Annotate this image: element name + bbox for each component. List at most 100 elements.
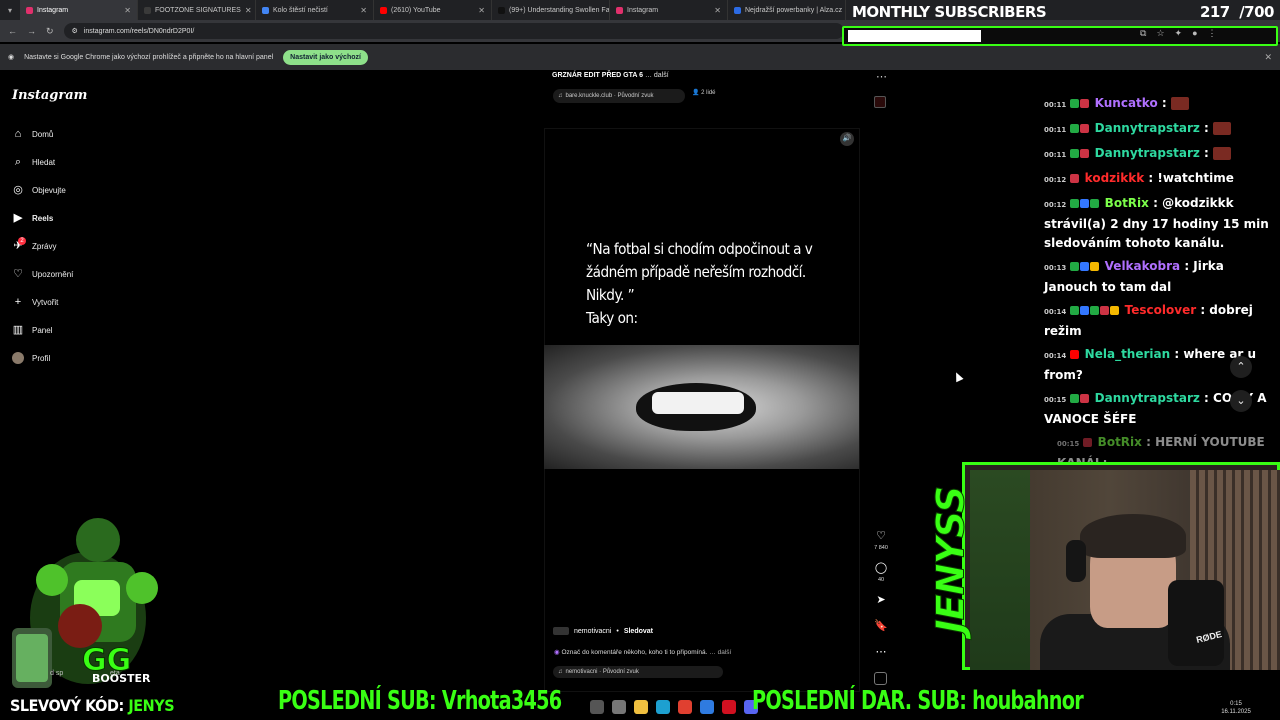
chat-badge-icon [1080, 99, 1090, 108]
headset-icon [1066, 540, 1086, 582]
chat-badge-icon [1083, 438, 1093, 447]
tab-close-icon[interactable]: ✕ [478, 6, 485, 15]
chat-scroll-up-icon[interactable]: ⌃ [1230, 356, 1252, 378]
chat-username[interactable]: Velkakobra [1105, 259, 1180, 273]
browser-tab[interactable]: (2610) YouTube ✕ [374, 0, 492, 20]
chat-username[interactable]: Dannytrapstarz [1095, 391, 1200, 405]
tab-label: Kolo štěstí nečistí [273, 6, 328, 14]
dot-separator: • [616, 627, 619, 635]
dashboard-icon: ▥ [12, 324, 24, 336]
chat-message: 00:11 Kuncatko : [1044, 94, 1280, 115]
avatar [12, 352, 24, 364]
chat-username[interactable]: BotRix [1105, 196, 1149, 210]
prev-reel-people[interactable]: 👤 2 lidé [692, 89, 716, 96]
tab-search-icon[interactable]: ▾ [0, 0, 20, 20]
chat-emote-icon [1170, 97, 1189, 110]
bookmark-star-icon[interactable]: ☆ [1156, 28, 1164, 39]
opera-icon[interactable] [722, 700, 736, 714]
chat-badge-icon [1080, 394, 1090, 403]
audio-thumbnail[interactable] [874, 96, 886, 108]
save-icon[interactable]: 🔖 [873, 619, 889, 632]
chat-timestamp: 00:12 [1044, 176, 1067, 184]
url-field[interactable]: ⚙ instagram.com/reels/DN0ndrD2P0I/ [63, 23, 844, 39]
prev-reel-more-link[interactable]: … další [645, 72, 669, 79]
sidebar-item-reels[interactable]: ▶ Reels [12, 212, 54, 224]
sidebar-item-domů[interactable]: ⌂ Domů [12, 128, 54, 140]
chat-username[interactable]: Dannytrapstarz [1095, 146, 1200, 160]
stream-chat: 00:11 Kuncatko : 00:11 Dannytrapstarz : … [1044, 94, 1280, 496]
tab-close-icon[interactable]: ✕ [714, 6, 721, 15]
browser-tab[interactable]: (99+) Understanding Swollen Fa✕ [492, 0, 610, 20]
tab-close-icon[interactable]: ✕ [245, 6, 252, 15]
browser-tab[interactable]: Instagram ✕ [20, 0, 138, 20]
extensions-icon[interactable]: ✦ [1175, 28, 1183, 39]
browser-tab[interactable]: Kolo štěstí nečistí ✕ [256, 0, 374, 20]
chrome-icon[interactable] [678, 700, 692, 714]
chat-username[interactable]: Dannytrapstarz [1095, 121, 1200, 135]
svg-text:BOOSTER: BOOSTER [92, 672, 151, 685]
author-name[interactable]: nemotivacni [574, 628, 611, 635]
edge-icon[interactable] [656, 700, 670, 714]
prev-reel-music-chip[interactable]: ♫ bare.knuckle.club · Původní zvuk [553, 89, 685, 103]
sidebar-item-vytvořit[interactable]: + Vytvořit [12, 296, 59, 308]
chat-username[interactable]: Kuncatko [1095, 96, 1158, 110]
close-icon[interactable]: ✕ [1264, 52, 1272, 63]
site-info-icon[interactable]: ⚙ [72, 27, 78, 35]
overlay-title: MONTHLY SUBSCRIBERS [852, 3, 1047, 21]
sidebar-item-upozornění[interactable]: ♡ Upozornění [12, 268, 73, 280]
browser-toolbar-icons: ⧉ ☆ ✦ ● ⋮ [1140, 28, 1217, 39]
sidebar-item-objevujte[interactable]: ◎ Objevujte [12, 184, 66, 196]
sidebar-item-label: Profil [32, 353, 51, 363]
chat-timestamp: 00:12 [1044, 201, 1067, 209]
search-icon[interactable] [590, 700, 604, 714]
more-options-icon[interactable]: ⋯ [876, 70, 887, 83]
install-icon[interactable]: ⧉ [1140, 28, 1146, 39]
set-default-button[interactable]: Nastavit jako výchozí [283, 49, 368, 65]
sidebar-item-panel[interactable]: ▥ Panel [12, 324, 53, 336]
sidebar-item-profil[interactable]: Profil [12, 352, 50, 364]
browser-tab[interactable]: Nejdražší powerbanky | Alza.cz✕ [728, 0, 846, 20]
chat-username[interactable]: kodzikkk [1085, 171, 1145, 185]
browser-tab[interactable]: Instagram ✕ [610, 0, 728, 20]
instagram-logo[interactable]: Instagram [12, 88, 87, 103]
chat-timestamp: 00:14 [1044, 352, 1067, 360]
chat-username[interactable]: BotRix [1098, 435, 1142, 449]
sidebar-item-label: Vytvořit [32, 297, 59, 307]
tab-label: Nejdražší powerbanky | Alza.cz [745, 6, 843, 14]
caption-more-link[interactable]: … další [709, 649, 731, 656]
share-icon[interactable]: ➤ [873, 593, 889, 606]
reel-music-chip[interactable]: ♫ nemotivacni · Původní zvuk [553, 666, 723, 678]
chat-badge-icon [1070, 199, 1080, 208]
profile-icon[interactable]: ● [1192, 28, 1197, 39]
volume-icon[interactable]: 🔊 [840, 132, 854, 146]
reload-icon[interactable]: ↻ [46, 26, 54, 37]
chat-scroll-down-icon[interactable]: ⌄ [1230, 390, 1252, 412]
browser-tab[interactable]: FOOTZONE SIGNATURES ✕ [138, 0, 256, 20]
chat-message: 00:12 kodzikkk : !watchtime [1044, 169, 1280, 190]
chat-timestamp: 00:11 [1044, 151, 1067, 159]
more-options-icon[interactable]: ⋯ [873, 645, 889, 658]
comment-icon[interactable]: ◯ [873, 561, 889, 574]
file-explorer-icon[interactable] [634, 700, 648, 714]
subscriber-progress-fill [848, 30, 981, 42]
sidebar-item-hledat[interactable]: ⌕ Hledat [12, 156, 55, 168]
menu-icon[interactable]: ⋮ [1208, 28, 1217, 39]
chat-badge-icon [1070, 124, 1080, 133]
mail-icon[interactable] [700, 700, 714, 714]
like-icon[interactable]: ♡ [873, 529, 889, 542]
chrome-icon: ◉ [8, 54, 15, 61]
task-view-icon[interactable] [612, 700, 626, 714]
reel-author: nemotivacni • Sledovat [553, 627, 653, 635]
chat-username[interactable]: Nela_therian [1085, 347, 1170, 361]
system-clock[interactable]: 0:15 16.11.2025 [1218, 700, 1254, 716]
chat-username[interactable]: Tescolover [1125, 303, 1196, 317]
tab-close-icon[interactable]: ✕ [360, 6, 367, 15]
audio-thumbnail[interactable] [874, 672, 887, 685]
tab-label: (99+) Understanding Swollen Fa [509, 6, 610, 14]
author-avatar[interactable] [553, 627, 569, 635]
forward-icon[interactable]: → [27, 26, 36, 36]
quote-line: žádném případě neřeším rozhodčí. [586, 263, 806, 281]
back-icon[interactable]: ← [8, 26, 17, 36]
tab-close-icon[interactable]: ✕ [124, 6, 131, 15]
follow-button[interactable]: Sledovat [624, 628, 653, 635]
